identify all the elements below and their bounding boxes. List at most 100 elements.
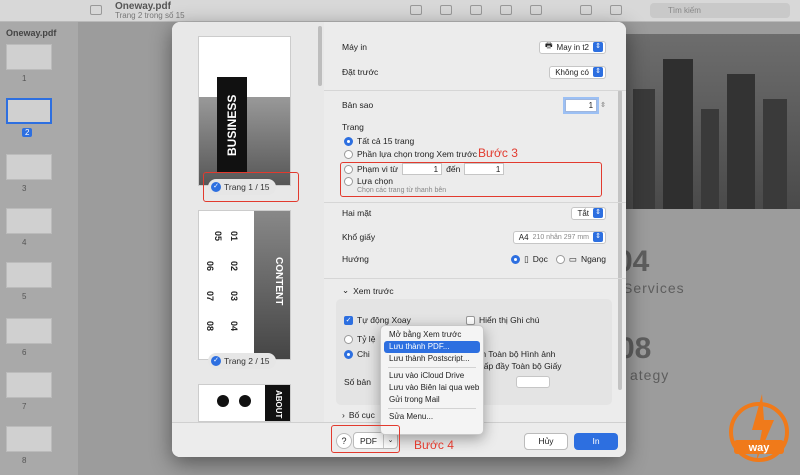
radio-icon [344,149,353,159]
preset-row: Đặt trước Không có ⇕ [342,63,606,81]
fit-label: Chi [357,349,370,359]
menu-divider [388,367,476,368]
printer-select[interactable]: 🖶 May in t2 ⇕ [538,40,606,54]
sidebar-page-number: 8 [22,456,27,465]
cancel-button[interactable]: Hủy [524,433,568,450]
preset-label: Đặt trước [342,67,379,77]
page-2-label-text: Trang 2 / 15 [224,356,270,366]
stepper-icon[interactable]: ⇳ [600,101,606,109]
two-sided-label: Hai mặt [342,208,372,218]
annotate-icon[interactable] [610,5,622,15]
pages-selection-option[interactable]: Phần lựa chọn trong Xem trước [344,149,477,159]
info-icon[interactable] [410,5,422,15]
landscape-icon: ▭ [568,253,577,264]
page-2-label[interactable]: ✓ Trang 2 / 15 [208,353,276,369]
menu-save-to-icloud[interactable]: Lưu vào iCloud Drive [384,370,480,382]
step-3-label: Bước 3 [478,146,518,160]
updown-arrows-icon: ⇕ [593,42,603,52]
menu-send-in-mail[interactable]: Gửi trong Mail [384,394,480,406]
orientation-landscape-option[interactable]: ▭ Ngang [555,253,606,265]
paper-size-value: A4 [518,232,529,242]
printer-label: Máy in [342,42,368,52]
show-notes-option[interactable]: Hiển thị Ghi chú [466,315,539,325]
copies-input[interactable]: 1 [565,98,598,112]
logo-text: way [748,442,771,454]
settings-scrollbar[interactable] [618,90,622,390]
preview-scrollbar[interactable] [318,26,322,86]
preview-section-toggle[interactable]: ⌄ Xem trước [342,285,394,296]
menu-save-as-pdf[interactable]: Lưu thành PDF... [384,341,480,353]
portrait-label: Dọc [532,254,548,264]
preview-page-3[interactable]: ABOUT US [198,384,291,422]
two-sided-select[interactable]: Tắt ⇕ [571,206,606,220]
menu-divider [388,408,476,409]
paper-size-label: Khổ giấy [342,232,376,242]
orientation-portrait-option[interactable]: ▯ Dọc [511,254,548,265]
auto-rotate-option[interactable]: ✓ Tự động Xoay [344,315,411,325]
menu-save-as-postscript[interactable]: Lưu thành Postscript... [384,353,480,365]
copies-per-page-select[interactable] [516,376,550,388]
preview-page-1[interactable]: BUSINESS PROJECT [198,36,291,186]
sidebar-thumb[interactable] [6,208,52,234]
pdf-dropdown-menu: Mở bằng Xem trước Lưu thành PDF... Lưu t… [380,325,484,435]
sidebar-page-number: 4 [22,238,27,247]
copies-row: Bản sao 1 ⇳ [342,96,606,114]
divider [324,90,626,91]
layout-section-toggle[interactable]: › Bố cục [342,410,375,420]
menu-open-in-preview[interactable]: Mở bằng Xem trước [384,329,480,341]
sidebar-thumb[interactable] [6,154,52,180]
pages-selection-label: Phần lựa chọn trong Xem trước [357,149,477,159]
page-number: 08 [205,321,215,332]
sidebar-toggle-icon[interactable] [90,5,102,15]
preview-titlebar: Oneway.pdf Trang 2 trong số 15 Tìm kiếm [0,0,800,22]
preset-select[interactable]: Không có ⇕ [549,65,606,79]
sidebar-thumb[interactable] [6,426,52,452]
document-page-info: Trang 2 trong số 15 [115,11,185,20]
page-selection-highlight [203,172,299,202]
menu-save-to-web-receipts[interactable]: Lưu vào Biên lai qua web [384,382,480,394]
sidebar-thumb[interactable] [6,318,52,344]
share-icon[interactable] [500,5,512,15]
page-title-text: ABOUT US [247,385,290,421]
print-button[interactable]: In [574,433,618,450]
print-entire-image-label: In Toàn bộ Hình ảnh [479,349,556,359]
scale-option[interactable]: Tỷ lệ [344,334,375,344]
page-number-column: 05 [205,231,231,241]
chevron-right-icon: › [342,410,345,420]
print-preview-pane: BUSINESS PROJECT ✓ Trang 1 / 15 CONTENT … [172,22,324,422]
pages-all-label: Tất cả 15 trang [357,136,415,146]
menu-edit-menu[interactable]: Sửa Menu... [384,411,480,423]
zoom-in-icon[interactable] [470,5,482,15]
fit-option[interactable]: Chi [344,349,370,359]
page-title-text: CONTENT [273,256,284,306]
page-number: 06 [205,261,215,272]
sidebar-thumb[interactable] [6,262,52,288]
paper-size-select[interactable]: A4 210 nhân 297 mm ⇕ [512,230,606,244]
page-number: 07 [205,291,215,302]
divider [324,202,626,203]
radio-icon [344,334,353,344]
checkbox-icon [466,315,475,325]
preview-page-2[interactable]: CONTENT 05 06 07 08 01 02 03 04 [198,210,291,360]
pages-all-option[interactable]: Tất cả 15 trang [344,136,414,146]
page-number: 04 [229,321,239,332]
rotate-icon[interactable] [580,5,592,15]
page-number: 05 [213,231,223,242]
sidebar-page-number: 6 [22,348,27,357]
preset-value: Không có [555,67,589,77]
sidebar-page-number: 5 [22,292,27,301]
sidebar-page-number: 1 [22,74,27,83]
search-field[interactable]: Tìm kiếm [650,3,790,18]
page-number: 01 [229,231,239,242]
markup-icon[interactable] [530,5,542,15]
orientation-options: ▯ Dọc ▭ Ngang [511,254,606,265]
updown-arrows-icon: ⇕ [593,232,603,242]
page-number: 03 [229,291,239,302]
sidebar-page-number: 7 [22,402,27,411]
divider [324,278,626,279]
zoom-out-icon[interactable] [440,5,452,15]
sidebar-thumb[interactable] [6,44,52,70]
printer-value: May in t2 [556,42,589,52]
sidebar-thumb[interactable] [6,372,52,398]
sidebar-thumb-selected[interactable] [6,98,52,124]
